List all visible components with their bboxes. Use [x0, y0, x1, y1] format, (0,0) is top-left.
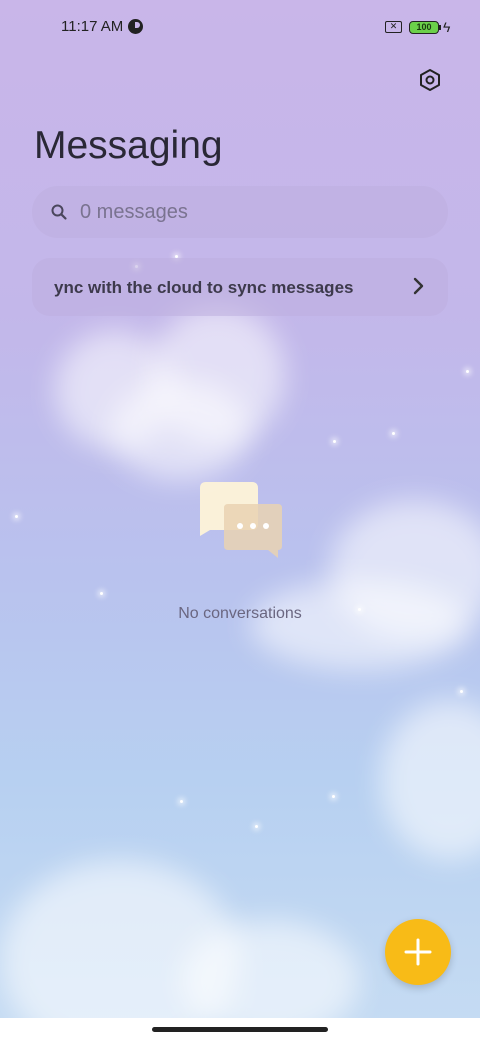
- battery-level: 100: [416, 22, 432, 32]
- search-bar[interactable]: [32, 186, 448, 238]
- settings-hexagon-icon: [420, 69, 440, 91]
- cloud-sync-banner[interactable]: ync with the cloud to sync messages: [32, 258, 448, 316]
- sim-x-icon: ✕: [385, 21, 402, 33]
- battery-tip: [439, 25, 441, 30]
- plus-icon: [404, 938, 432, 966]
- sync-banner-text: ync with the cloud to sync messages: [54, 278, 354, 297]
- chat-bubbles-icon: [200, 482, 282, 558]
- battery-icon: 100: [409, 21, 439, 34]
- settings-button[interactable]: [414, 64, 446, 96]
- home-indicator[interactable]: [152, 1027, 328, 1032]
- chevron-right-icon: [413, 277, 424, 295]
- new-message-button[interactable]: [385, 919, 451, 985]
- charging-bolt-icon: ϟ: [443, 19, 451, 35]
- dnd-icon: [128, 19, 143, 34]
- page-title: Messaging: [34, 124, 223, 167]
- empty-state-text: No conversations: [178, 605, 302, 622]
- status-bar: 11:17 AM ✕ 100 ϟ: [0, 0, 480, 56]
- status-time: 11:17 AM: [61, 18, 124, 35]
- search-input[interactable]: [78, 199, 402, 225]
- search-icon: [51, 204, 67, 220]
